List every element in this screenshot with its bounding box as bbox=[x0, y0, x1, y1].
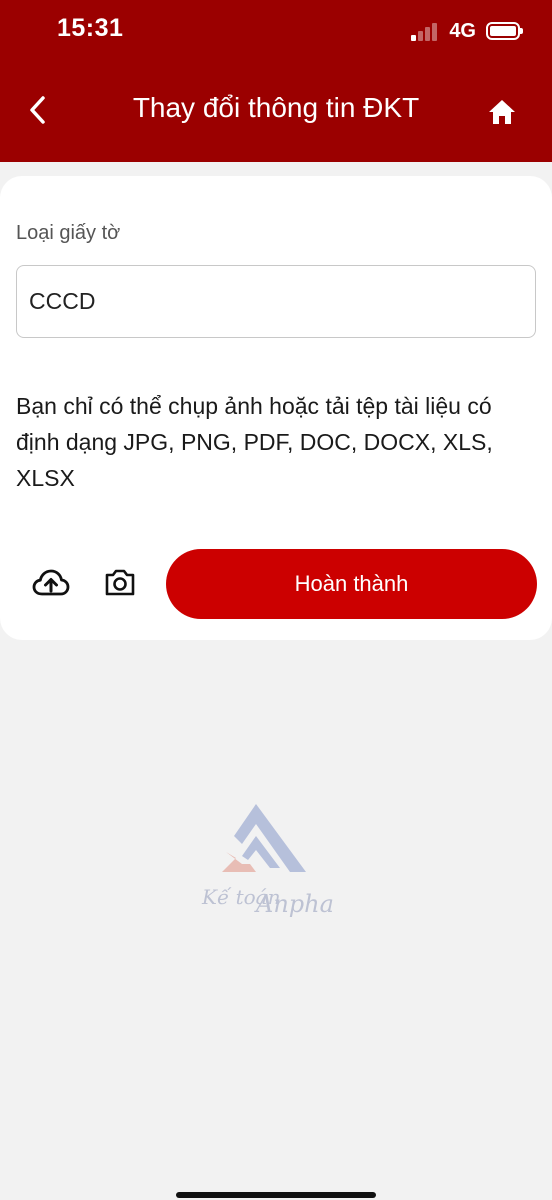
camera-icon bbox=[105, 569, 135, 596]
complete-button[interactable]: Hoàn thành bbox=[166, 549, 537, 619]
document-type-input[interactable] bbox=[16, 265, 536, 338]
battery-icon bbox=[486, 22, 523, 40]
home-button[interactable] bbox=[482, 92, 522, 132]
network-type: 4G bbox=[449, 19, 476, 42]
form-card: Loại giấy tờ Bạn chỉ có thể chụp ảnh hoặ… bbox=[0, 176, 552, 640]
svg-text:Anpha: Anpha bbox=[254, 890, 334, 918]
app-header: 15:31 4G Thay đổi thông tin ĐKT bbox=[0, 0, 552, 162]
home-icon bbox=[489, 100, 515, 124]
upload-file-button[interactable] bbox=[30, 562, 72, 604]
status-time: 15:31 bbox=[57, 14, 124, 42]
page-title: Thay đổi thông tin ĐKT bbox=[132, 92, 420, 123]
watermark-logo: Kế toán Anpha bbox=[196, 800, 336, 920]
cloud-upload-icon bbox=[32, 569, 70, 596]
signal-icon bbox=[411, 21, 439, 41]
file-format-info: Bạn chỉ có thể chụp ảnh hoặc tải tệp tài… bbox=[16, 393, 493, 491]
take-photo-button[interactable] bbox=[99, 561, 141, 603]
status-indicators: 4G bbox=[411, 18, 523, 44]
anpha-logo-icon: Kế toán Anpha bbox=[201, 804, 334, 918]
home-indicator bbox=[176, 1192, 376, 1198]
document-type-label: Loại giấy tờ bbox=[16, 222, 121, 244]
